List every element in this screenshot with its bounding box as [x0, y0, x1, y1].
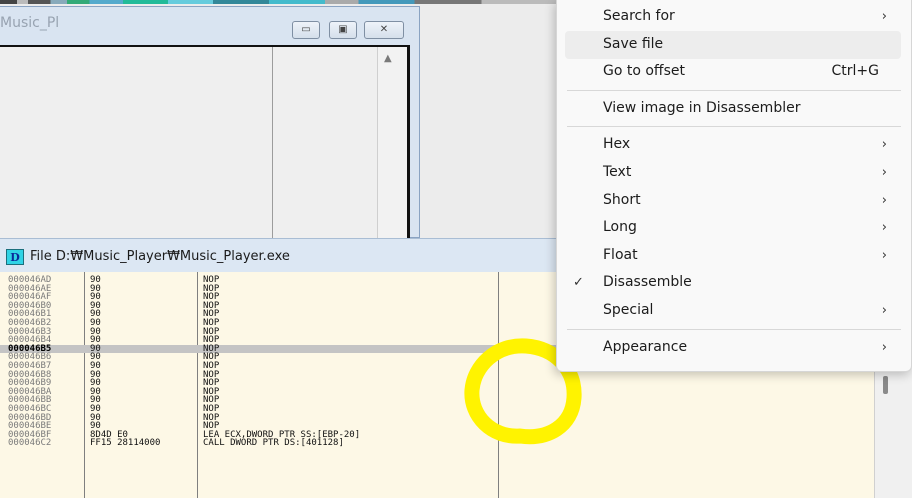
menu-item-label: Search for [603, 8, 675, 24]
menu-item-search-for[interactable]: Search for › [565, 3, 901, 31]
menu-item-label: Float [603, 246, 638, 263]
menu-item-view-image-in-disassembler[interactable]: View image in Disassembler [565, 95, 901, 123]
scroll-up-icon[interactable]: ▲ [384, 53, 392, 64]
file-window-title: File D:₩Music_Player₩Music_Player.exe [30, 249, 290, 264]
table-row[interactable]: 000046BD 90 NOP [0, 413, 874, 423]
vertical-scrollbar[interactable]: ▲ [377, 47, 407, 239]
close-button[interactable]: ✕ [364, 21, 404, 39]
maximize-icon: ▣ [338, 24, 348, 35]
table-row[interactable]: 000046BB 90 NOP [0, 396, 874, 405]
table-row[interactable]: 000046BA 90 NOP [0, 388, 874, 397]
menu-item-hex[interactable]: Hex › [565, 131, 901, 159]
menu-separator [567, 328, 901, 330]
menu-item-label: Text [603, 164, 632, 180]
menu-item-label: Save file [603, 35, 664, 52]
chevron-right-icon: › [881, 303, 887, 318]
chevron-right-icon: › [881, 9, 887, 24]
menu-item-go-to-offset[interactable]: Go to offset Ctrl+G [565, 58, 901, 86]
instruction-cell: CALL DWORD PTR DS:[401128] [203, 438, 344, 449]
chevron-right-icon: › [881, 165, 887, 180]
close-icon: ✕ [379, 24, 389, 35]
menu-item-float[interactable]: Float › [565, 242, 901, 270]
address-cell: 000046C2 [8, 438, 52, 449]
menu-item-label: Disassemble [603, 274, 692, 291]
menu-separator [567, 89, 901, 91]
menu-item-special[interactable]: Special › [565, 297, 901, 325]
menu-item-long[interactable]: Long › [565, 214, 901, 242]
scrollbar-thumb[interactable] [883, 376, 888, 394]
minimize-button[interactable]: ▭ [292, 21, 320, 39]
menu-item-label: Special [603, 302, 654, 318]
menu-item-label: Short [603, 191, 641, 208]
music-player-window: Music_Pl ▭ ▣ ✕ ▲ [0, 6, 420, 239]
pane-divider[interactable] [272, 47, 273, 239]
menu-item-text[interactable]: Text › [565, 159, 901, 187]
chevron-right-icon: › [881, 192, 887, 208]
table-row[interactable]: 000046B9 90 NOP [0, 379, 874, 388]
dump-window-icon: D [6, 249, 24, 265]
minimize-icon: ▭ [301, 24, 311, 35]
menu-item-label: Appearance [603, 338, 688, 355]
chevron-right-icon: › [881, 339, 887, 355]
context-menu: Search for › Save file Go to offset Ctrl+G Vi… [556, 0, 912, 372]
menu-item-label: Go to offset [603, 63, 685, 80]
table-row[interactable]: 000046BE 90 NOP [0, 422, 874, 431]
chevron-right-icon: › [881, 220, 887, 236]
table-row[interactable]: 000046C2 FF15 28114000 CALL DWORD PTR DS:[… [0, 439, 874, 448]
menu-item-shortcut: Ctrl+G [831, 63, 880, 80]
music-window-client: ▲ [0, 45, 410, 239]
menu-item-label: View image in Disassembler [603, 99, 801, 116]
taskbar-strip [0, 0, 560, 4]
menu-item-label: Long [603, 219, 637, 236]
maximize-button[interactable]: ▣ [329, 21, 357, 39]
menu-item-short[interactable]: Short › [565, 187, 901, 215]
menu-item-disassemble[interactable]: ✓ Disassemble [565, 269, 901, 297]
menu-item-label: Hex [603, 136, 631, 153]
window-title: Music_Pl [0, 15, 60, 31]
chevron-right-icon: › [881, 247, 887, 263]
menu-separator [567, 126, 901, 128]
hex-cell: FF15 28114000 [90, 438, 161, 449]
table-row[interactable]: 000046BC 90 NOP [0, 405, 874, 414]
chevron-right-icon: › [881, 137, 887, 153]
menu-item-appearance[interactable]: Appearance › [565, 334, 901, 362]
menu-item-save-file[interactable]: Save file [565, 30, 901, 59]
checkmark-icon: ✓ [573, 275, 584, 291]
